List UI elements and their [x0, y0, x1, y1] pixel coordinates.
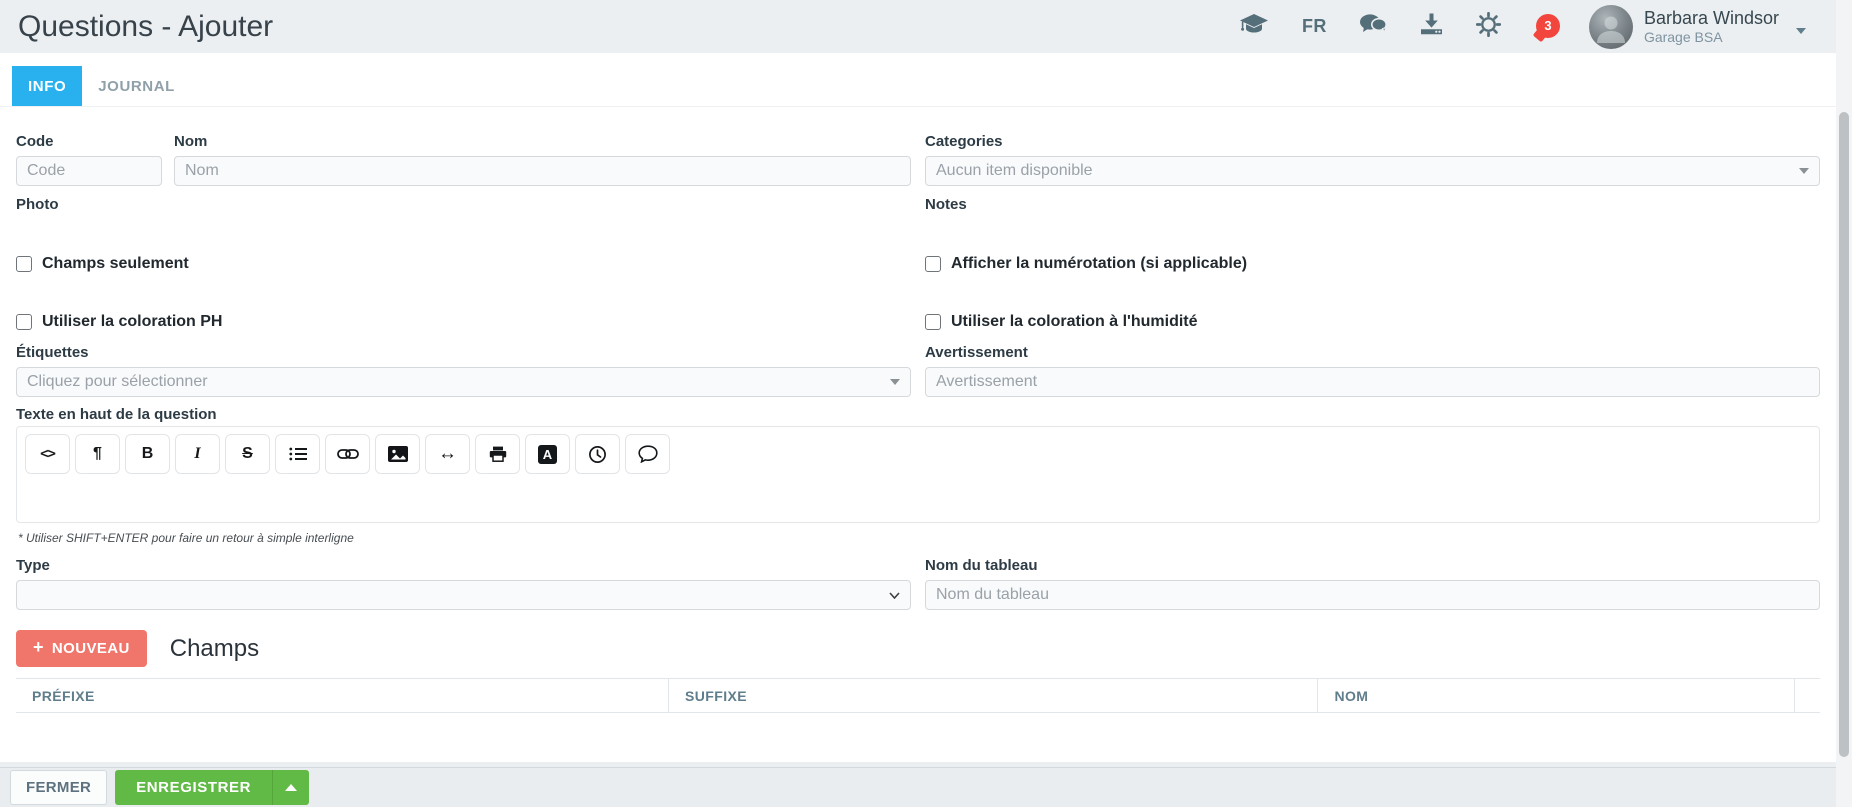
code-input[interactable] [16, 156, 162, 186]
champs-table: PRÉFIXE SUFFIXE NOM [16, 678, 1820, 713]
etiquettes-select[interactable]: Cliquez pour sélectionner [16, 367, 911, 397]
user-organization: Garage BSA [1644, 29, 1779, 45]
coloration-ph-checkbox[interactable] [16, 314, 32, 330]
categories-label: Categories [925, 133, 1820, 150]
champs-section-title: Champs [170, 635, 259, 663]
image-icon[interactable] [375, 434, 420, 474]
horizontal-rule-icon[interactable]: ↔ [425, 434, 470, 474]
categories-placeholder: Aucun item disponible [936, 162, 1093, 180]
chevron-down-icon [890, 379, 900, 385]
bold-icon[interactable]: B [125, 434, 170, 474]
editor-hint: * Utiliser SHIFT+ENTER pour faire un ret… [18, 531, 1820, 545]
link-icon[interactable] [325, 434, 370, 474]
tab-info[interactable]: INFO [12, 66, 82, 106]
chevron-down-icon [1799, 168, 1809, 174]
type-select[interactable] [16, 580, 911, 610]
list-icon[interactable] [275, 434, 320, 474]
etiquettes-label: Étiquettes [16, 344, 911, 361]
code-icon[interactable]: <> [25, 434, 70, 474]
footer-bar: FERMER ENREGISTRER [0, 767, 1852, 807]
nom-input[interactable] [174, 156, 911, 186]
download-icon[interactable] [1420, 13, 1443, 40]
notification-count-badge: 3 [1536, 14, 1560, 38]
photo-label: Photo [16, 196, 911, 213]
page-title: Questions - Ajouter [18, 10, 273, 44]
plus-icon: + [33, 637, 44, 658]
notifications-icon[interactable]: 3 [1534, 14, 1560, 40]
tab-bar: INFO JOURNAL [0, 53, 1852, 107]
graduation-cap-icon[interactable] [1239, 13, 1269, 40]
print-icon[interactable] [475, 434, 520, 474]
top-icon-cluster: FR [1239, 5, 1806, 49]
italic-icon[interactable]: I [175, 434, 220, 474]
top-bar: Questions - Ajouter FR [0, 0, 1852, 53]
paragraph-icon[interactable]: ¶ [75, 434, 120, 474]
main-panel: INFO JOURNAL Code Nom Categories Aucun i… [0, 53, 1852, 762]
text-block-icon[interactable]: A [525, 434, 570, 474]
coloration-ph-label: Utiliser la coloration PH [42, 313, 222, 331]
avatar [1589, 5, 1633, 49]
fermer-button[interactable]: FERMER [10, 770, 107, 805]
nom-tableau-input[interactable] [925, 580, 1820, 610]
chat-icon[interactable] [1360, 14, 1387, 40]
language-selector[interactable]: FR [1302, 16, 1327, 37]
user-menu[interactable]: Barbara Windsor Garage BSA [1589, 5, 1806, 49]
categories-select[interactable]: Aucun item disponible [925, 156, 1820, 186]
champs-table-header: PRÉFIXE SUFFIXE NOM [16, 679, 1820, 712]
afficher-numerotation-label: Afficher la numérotation (si applicable) [951, 255, 1247, 273]
clock-icon[interactable] [575, 434, 620, 474]
column-header-suffixe[interactable]: SUFFIXE [669, 679, 1318, 712]
tab-journal[interactable]: JOURNAL [82, 66, 191, 106]
editor-label: Texte en haut de la question [16, 406, 1820, 423]
coloration-humidite-label: Utiliser la coloration à l'humidité [951, 313, 1198, 331]
column-header-actions [1795, 679, 1820, 712]
avertissement-label: Avertissement [925, 344, 1820, 361]
caret-up-icon [285, 784, 297, 791]
type-label: Type [16, 557, 911, 574]
enregistrer-button[interactable]: ENREGISTRER [115, 770, 272, 805]
enregistrer-split-button: ENREGISTRER [115, 770, 309, 805]
nom-label: Nom [174, 133, 911, 150]
comment-icon[interactable] [625, 434, 670, 474]
nom-tableau-label: Nom du tableau [925, 557, 1820, 574]
rich-text-editor: <> ¶ B I S [16, 426, 1820, 523]
nouveau-button[interactable]: + NOUVEAU [16, 630, 147, 667]
code-label: Code [16, 133, 162, 150]
select-chevron-icon [889, 592, 900, 599]
etiquettes-placeholder: Cliquez pour sélectionner [27, 373, 208, 391]
gear-icon[interactable] [1476, 12, 1501, 42]
editor-toolbar: <> ¶ B I S [25, 434, 1811, 474]
column-header-prefixe[interactable]: PRÉFIXE [16, 679, 669, 712]
editor-content[interactable] [25, 474, 1811, 514]
champs-seulement-label: Champs seulement [42, 255, 189, 273]
user-menu-caret-icon [1796, 28, 1806, 34]
scrollbar-track[interactable] [1836, 0, 1852, 807]
strikethrough-icon[interactable]: S [225, 434, 270, 474]
notes-label: Notes [925, 196, 1820, 213]
column-header-nom[interactable]: NOM [1318, 679, 1794, 712]
form-content: Code Nom Categories Aucun item disponibl… [0, 133, 1852, 713]
avertissement-input[interactable] [925, 367, 1820, 397]
user-name: Barbara Windsor [1644, 8, 1779, 30]
afficher-numerotation-checkbox[interactable] [925, 256, 941, 272]
enregistrer-options-button[interactable] [272, 770, 309, 805]
coloration-humidite-checkbox[interactable] [925, 314, 941, 330]
champs-seulement-checkbox[interactable] [16, 256, 32, 272]
scrollbar-thumb[interactable] [1839, 112, 1849, 757]
